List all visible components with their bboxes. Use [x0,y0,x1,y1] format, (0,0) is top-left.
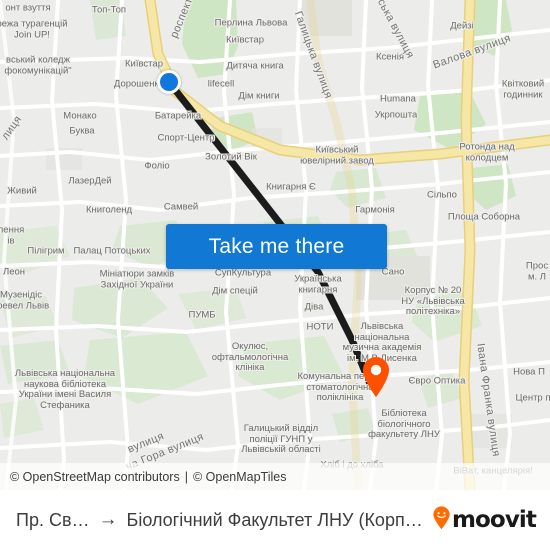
attribution-osm[interactable]: © OpenStreetMap contributors [10,470,180,484]
moovit-logo[interactable]: moovit [432,505,537,535]
origin-dot[interactable] [157,70,181,94]
moovit-trip-screen: онт взуттяТоп-ТопПерлина Львоварежа тура… [0,0,550,550]
trip-origin-label: Пр. Св… [16,509,90,530]
trip-bottom-bar: Пр. Св… → Біологічний Факультет ЛНУ (Кор… [0,490,550,550]
moovit-wordmark: moovit [451,507,537,533]
trip-destination-label: Біологічний Факультет ЛНУ (Корпус н… [126,509,424,530]
map-attribution: © OpenStreetMap contributors | © OpenMap… [0,463,550,490]
map-canvas[interactable]: онт взуттяТоп-ТопПерлина Львоварежа тура… [0,0,550,490]
arrow-right-icon: → [98,509,118,530]
take-me-there-button[interactable]: Take me there [166,224,387,269]
attribution-openmaptiles[interactable]: © OpenMapTiles [193,470,287,484]
attribution-separator: | [184,469,188,484]
destination-pin[interactable] [361,356,391,398]
moovit-pin-icon [432,505,451,535]
trip-summary[interactable]: Пр. Св… → Біологічний Факультет ЛНУ (Кор… [16,509,424,531]
